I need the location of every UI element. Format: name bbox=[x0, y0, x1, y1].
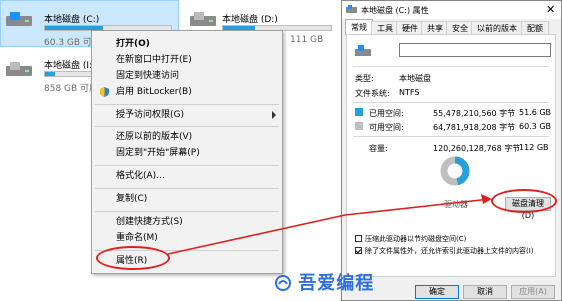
watermark-logo: 吾爱编程 bbox=[275, 269, 374, 295]
annotation-arrows bbox=[167, 194, 492, 255]
logo-icon bbox=[275, 275, 291, 291]
